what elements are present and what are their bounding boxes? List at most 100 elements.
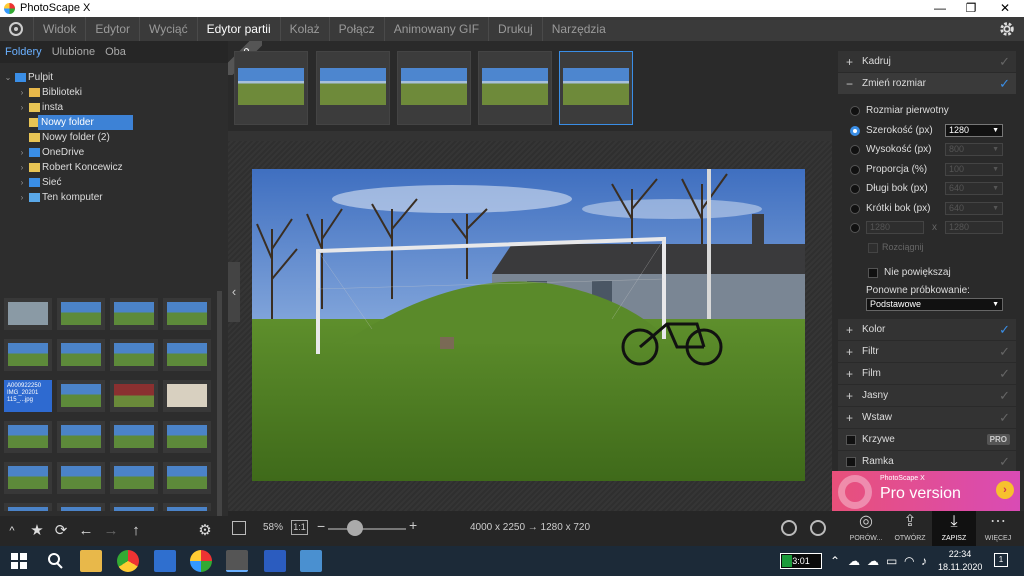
chevron-right-icon[interactable]: › xyxy=(18,175,26,190)
radio-button[interactable] xyxy=(850,145,860,155)
thumbnail[interactable] xyxy=(4,298,52,330)
plus-icon[interactable]: + xyxy=(846,363,853,385)
mail-icon[interactable] xyxy=(154,550,176,572)
pro-version-ad[interactable]: PhotoScape X Pro version › xyxy=(832,471,1020,511)
thumbnail[interactable] xyxy=(57,380,105,412)
file-explorer-icon[interactable] xyxy=(80,550,102,572)
thumbnail[interactable]: A000922250 IMG_20201 115_...jpg xyxy=(4,380,52,412)
thumbnail[interactable] xyxy=(57,421,105,453)
custom-height-field[interactable]: 1280 xyxy=(945,221,1003,234)
rotate-right-icon[interactable] xyxy=(810,520,826,536)
resize-value-field[interactable]: 100 ▼ xyxy=(945,162,1003,176)
thumbnail[interactable] xyxy=(4,462,52,494)
thumbnail[interactable] xyxy=(57,462,105,494)
resize-option[interactable]: Szerokość (px) 1280 ▼ xyxy=(838,121,1016,141)
plus-icon[interactable]: + xyxy=(846,51,853,73)
resize-value-field[interactable]: 640 ▼ xyxy=(945,182,1003,195)
section-1[interactable]: − Zmień rozmiar ✓ xyxy=(838,73,1016,95)
cloud-icon[interactable]: ☁ xyxy=(848,554,860,568)
tree-item[interactable]: › Ten komputer xyxy=(0,190,228,205)
minimize-button[interactable]: — xyxy=(925,0,955,17)
radio-button[interactable] xyxy=(850,125,860,136)
folder-tab-0[interactable]: Foldery xyxy=(0,41,47,63)
tree-item[interactable]: Nowy folder (2) xyxy=(0,130,228,145)
chevron-down-icon[interactable]: ⌄ xyxy=(4,70,12,85)
menu-item-6[interactable]: Animowany GIF xyxy=(383,17,488,41)
action-save-button[interactable]: ⤓ ZAPISZ xyxy=(932,511,976,546)
chevron-right-icon[interactable]: › xyxy=(18,145,26,160)
menu-item-3[interactable]: Edytor partii xyxy=(196,17,280,41)
checkmark-icon[interactable]: ✓ xyxy=(999,341,1010,363)
menu-item-2[interactable]: Wyciąć xyxy=(139,17,197,41)
menu-item-8[interactable]: Narzędzia xyxy=(541,17,615,41)
section-checkbox[interactable] xyxy=(846,456,856,467)
onedrive-tray-icon[interactable]: ☁ xyxy=(867,554,879,568)
minus-icon[interactable]: − xyxy=(846,73,853,95)
tray-chevron-icon[interactable]: ⌃ xyxy=(830,554,840,568)
checkmark-icon[interactable]: ✓ xyxy=(999,451,1010,473)
up-arrow-icon[interactable]: ↑ xyxy=(127,522,145,540)
filmstrip-item[interactable] xyxy=(316,51,390,125)
notification-center-icon[interactable]: 1 xyxy=(994,553,1008,567)
thumbnail[interactable] xyxy=(110,421,158,453)
menu-item-7[interactable]: Drukuj xyxy=(488,17,542,41)
thumbnail[interactable] xyxy=(163,298,211,330)
thumbnail[interactable] xyxy=(110,339,158,371)
clock[interactable]: 22:34 18.11.2020 xyxy=(938,548,982,574)
volume-icon[interactable]: ♪ xyxy=(921,554,927,568)
battery-indicator[interactable]: 3:01 xyxy=(780,553,822,569)
resize-value-field[interactable]: 800 ▼ xyxy=(945,143,1003,156)
custom-size-row[interactable]: 1280 x 1280 xyxy=(838,218,1016,238)
chrome-icon[interactable] xyxy=(117,550,139,572)
section-jasny[interactable]: + Jasny ✓ xyxy=(838,384,1016,407)
plus-icon[interactable]: + xyxy=(846,385,853,407)
plus-icon[interactable]: + xyxy=(846,341,853,363)
thumbnail[interactable] xyxy=(163,380,211,412)
thumbnail[interactable] xyxy=(57,339,105,371)
resize-option[interactable]: Rozmiar pierwotny xyxy=(838,101,1016,121)
section-film[interactable]: + Film ✓ xyxy=(838,362,1016,385)
stretch-checkbox[interactable] xyxy=(868,242,878,253)
checkmark-icon[interactable]: ✓ xyxy=(999,51,1010,73)
resize-value-field[interactable]: 1280 ▼ xyxy=(945,123,1003,137)
chevron-right-icon[interactable]: › xyxy=(18,100,26,115)
resize-value-field[interactable]: 640 ▼ xyxy=(945,201,1003,215)
favorite-star-icon[interactable]: ★ xyxy=(28,522,46,540)
tree-item[interactable]: ⌄ Pulpit xyxy=(0,70,228,85)
folder-tab-2[interactable]: Oba xyxy=(100,41,131,63)
checkmark-icon[interactable]: ✓ xyxy=(999,385,1010,407)
image-viewer-icon[interactable] xyxy=(300,550,322,572)
thumbnail[interactable] xyxy=(110,503,158,511)
radio-button[interactable] xyxy=(850,223,860,233)
resize-option[interactable]: Długi bok (px) 640 ▼ xyxy=(838,179,1016,199)
sync-icon[interactable]: ⟳ xyxy=(52,522,70,540)
section-checkbox[interactable] xyxy=(846,434,856,445)
rotate-left-icon[interactable] xyxy=(781,520,797,536)
resize-option[interactable]: Wysokość (px) 800 ▼ xyxy=(838,140,1016,160)
thumbnail[interactable] xyxy=(4,421,52,453)
section-filtr[interactable]: + Filtr ✓ xyxy=(838,340,1016,363)
resize-option[interactable]: Proporcja (%) 100 ▼ xyxy=(838,160,1016,180)
filmstrip-item[interactable] xyxy=(234,51,308,125)
battery-tray-icon[interactable]: ▭ xyxy=(886,554,897,568)
chevron-right-icon[interactable]: › xyxy=(18,85,26,100)
section-krzywe[interactable]: Krzywe PRO xyxy=(838,428,1016,451)
wifi-icon[interactable]: ◠ xyxy=(904,554,914,568)
word-icon[interactable] xyxy=(264,550,286,572)
stretch-row[interactable]: Rozciągnij xyxy=(838,238,1016,258)
menu-item-1[interactable]: Edytor xyxy=(85,17,139,41)
checkmark-icon[interactable]: ✓ xyxy=(999,407,1010,429)
tree-item[interactable]: › OneDrive xyxy=(0,145,228,160)
back-arrow-icon[interactable]: ← xyxy=(77,522,95,540)
action-more-button[interactable]: ⋯ WIĘCEJ xyxy=(976,511,1020,546)
section-wstaw[interactable]: + Wstaw ✓ xyxy=(838,406,1016,429)
resize-option[interactable]: Krótki bok (px) 640 ▼ xyxy=(838,199,1016,219)
filmstrip-item[interactable] xyxy=(397,51,471,125)
custom-width-field[interactable]: 1280 xyxy=(866,221,924,234)
chevron-right-icon[interactable]: › xyxy=(18,190,26,205)
plus-icon[interactable]: + xyxy=(846,319,853,341)
menu-item-5[interactable]: Połącz xyxy=(328,17,384,41)
start-windows-icon[interactable] xyxy=(8,550,30,572)
checkmark-icon[interactable]: ✓ xyxy=(999,363,1010,385)
thumbnail[interactable] xyxy=(110,298,158,330)
